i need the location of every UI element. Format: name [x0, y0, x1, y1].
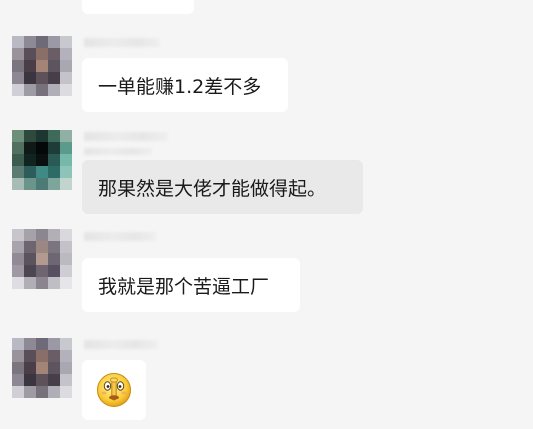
- sender-name: [84, 232, 156, 241]
- sender-name: [84, 132, 168, 141]
- avatar[interactable]: [12, 36, 72, 96]
- avatar[interactable]: [12, 130, 72, 190]
- sender-name: [84, 340, 158, 349]
- message-bubble[interactable]: [82, 360, 146, 420]
- message-bubble[interactable]: 一单能赚1.2差不多: [82, 58, 288, 112]
- avatar[interactable]: [12, 229, 72, 289]
- message-bubble-partial[interactable]: [82, 0, 194, 14]
- emoji-icon: [97, 373, 131, 407]
- message-text: 一单能赚1.2差不多: [98, 75, 262, 98]
- sender-name: [84, 38, 160, 47]
- chat-window: 一单能赚1.2差不多 那果然是大佬才能做得起。 我就是那个苦逼工厂: [0, 0, 533, 429]
- sender-title: [84, 148, 152, 155]
- message-bubble[interactable]: 我就是那个苦逼工厂: [82, 258, 300, 312]
- avatar[interactable]: [12, 338, 72, 398]
- message-text: 我就是那个苦逼工厂: [98, 275, 270, 298]
- message-bubble[interactable]: 那果然是大佬才能做得起。: [82, 160, 363, 214]
- message-text: 那果然是大佬才能做得起。: [98, 177, 327, 200]
